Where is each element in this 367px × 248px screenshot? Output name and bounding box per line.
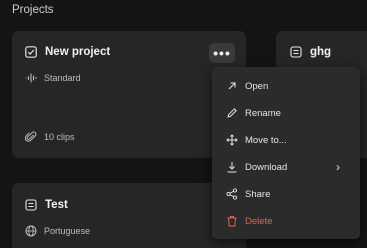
project-mode: Standard (44, 73, 81, 83)
project-title: ghg (310, 46, 332, 58)
globe-icon (25, 225, 37, 237)
context-menu: Open Rename Move to... Download › Share … (212, 67, 360, 239)
document-icon (290, 46, 302, 58)
move-icon (226, 134, 238, 146)
menu-item-move[interactable]: Move to... (212, 127, 360, 153)
projects-page: Projects New project Standard 10 clips •… (0, 0, 367, 248)
download-icon (226, 161, 238, 173)
share-icon (226, 188, 238, 200)
project-title: Test (45, 199, 68, 211)
chevron-right-icon: › (336, 160, 340, 174)
section-title: Projects (12, 4, 54, 16)
more-options-button[interactable]: ••• (209, 43, 235, 63)
paperclip-icon (25, 131, 37, 143)
menu-label-download: Download (245, 161, 288, 173)
more-icon: ••• (213, 45, 231, 61)
menu-item-delete[interactable]: Delete (212, 208, 360, 234)
waveform-icon (25, 73, 37, 83)
project-card-test[interactable] (12, 183, 246, 248)
menu-item-share[interactable]: Share (212, 181, 360, 207)
project-title: New project (45, 46, 111, 58)
project-card-title-row: New project (25, 46, 110, 58)
ghg-title-row: ghg (290, 46, 331, 58)
project-language: Portuguese (44, 226, 91, 236)
open-arrow-icon (226, 80, 238, 92)
menu-item-download[interactable]: Download › (212, 154, 360, 180)
checkbox-icon (25, 46, 37, 58)
test-title-row: Test (25, 199, 68, 211)
menu-label-delete: Delete (245, 215, 273, 227)
project-language-row: Portuguese (25, 225, 90, 237)
menu-item-rename[interactable]: Rename (212, 100, 360, 126)
menu-label-move: Move to... (245, 134, 287, 146)
document-icon (25, 199, 37, 211)
menu-label-rename: Rename (245, 107, 281, 119)
trash-icon (226, 215, 238, 227)
pencil-icon (226, 107, 238, 119)
menu-item-open[interactable]: Open (212, 73, 360, 99)
menu-label-share: Share (245, 188, 271, 200)
project-clips-row: 10 clips (25, 131, 75, 143)
project-mode-row: Standard (25, 73, 81, 83)
project-clips: 10 clips (44, 132, 75, 142)
menu-label-open: Open (245, 80, 269, 92)
